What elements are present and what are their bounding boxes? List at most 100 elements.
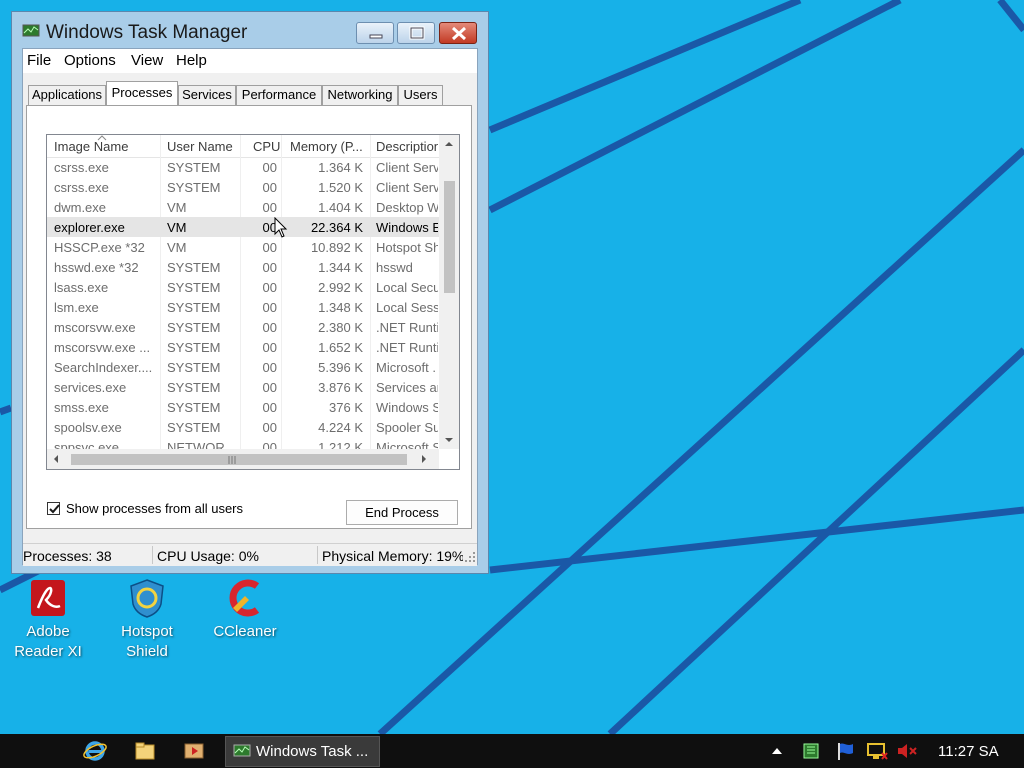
cell-name: services.exe bbox=[54, 380, 127, 395]
menu-view[interactable]: View bbox=[131, 52, 163, 69]
cell-mem: 1.344 K bbox=[318, 260, 363, 275]
menu-file[interactable]: File bbox=[27, 52, 51, 69]
vertical-scrollbar[interactable] bbox=[439, 135, 459, 449]
action-center-flag-icon[interactable] bbox=[834, 739, 858, 763]
table-row[interactable]: spoolsv.exe SYSTEM 00 4.224 K Spooler Su bbox=[47, 417, 439, 437]
scroll-up-icon[interactable] bbox=[444, 141, 454, 147]
taskbar-task-label: Windows Task ... bbox=[256, 743, 369, 760]
cell-desc: Local Sess bbox=[376, 300, 438, 315]
title-bar[interactable]: Windows Task Manager bbox=[12, 12, 488, 48]
table-row[interactable]: mscorsvw.exe SYSTEM 00 2.380 K .NET Runti bbox=[47, 317, 439, 337]
network-icon[interactable] bbox=[865, 739, 889, 763]
horizontal-scrollbar[interactable] bbox=[47, 449, 439, 469]
maximize-button[interactable] bbox=[397, 22, 435, 44]
cell-mem: 1.404 K bbox=[318, 200, 363, 215]
minimize-icon bbox=[369, 34, 383, 39]
cell-user: SYSTEM bbox=[167, 300, 221, 315]
table-row[interactable]: dwm.exe VM 00 1.404 K Desktop W bbox=[47, 197, 439, 217]
process-list-header: Image Name User Name CPU Memory (P... De… bbox=[47, 135, 439, 158]
process-list[interactable]: Image Name User Name CPU Memory (P... De… bbox=[46, 134, 460, 470]
table-row[interactable]: hsswd.exe *32 SYSTEM 00 1.344 K hsswd bbox=[47, 257, 439, 277]
cell-desc: Microsoft . bbox=[376, 360, 436, 375]
scroll-right-icon[interactable] bbox=[421, 454, 427, 464]
table-row[interactable]: csrss.exe SYSTEM 00 1.364 K Client Serv bbox=[47, 157, 439, 177]
volume-muted-icon[interactable] bbox=[895, 739, 919, 763]
tray-app-icon[interactable] bbox=[800, 739, 824, 763]
cell-user: SYSTEM bbox=[167, 280, 221, 295]
cell-desc: Spooler Su bbox=[376, 420, 438, 435]
ccleaner-icon bbox=[225, 578, 265, 618]
cell-name: SearchIndexer.... bbox=[54, 360, 153, 375]
column-header-image-name[interactable]: Image Name bbox=[54, 139, 154, 154]
cell-cpu: 00 bbox=[262, 340, 277, 355]
close-button[interactable] bbox=[439, 22, 477, 44]
menu-help[interactable]: Help bbox=[176, 52, 207, 69]
checkbox-box[interactable] bbox=[47, 502, 60, 515]
cell-mem: 22.364 K bbox=[310, 220, 363, 235]
taskbar-clock[interactable]: 11:27 SA bbox=[938, 743, 999, 760]
cell-desc: Client Serv bbox=[376, 160, 438, 175]
tab-performance[interactable]: Performance bbox=[236, 85, 322, 105]
cell-user: VM bbox=[167, 240, 187, 255]
show-all-users-label: Show processes from all users bbox=[66, 501, 244, 516]
cell-mem: 5.396 K bbox=[318, 360, 363, 375]
table-row[interactable]: SearchIndexer.... SYSTEM 00 5.396 K Microsof… bbox=[47, 357, 439, 377]
scroll-down-icon[interactable] bbox=[444, 437, 454, 443]
status-divider bbox=[152, 546, 153, 564]
media-player-icon[interactable] bbox=[182, 739, 206, 763]
cell-name: lsm.exe bbox=[54, 300, 99, 315]
tab-services[interactable]: Services bbox=[178, 85, 236, 105]
cell-cpu: 00 bbox=[262, 400, 277, 415]
cell-mem: 1.364 K bbox=[318, 160, 363, 175]
cell-mem: 1.520 K bbox=[318, 180, 363, 195]
cell-cpu: 00 bbox=[262, 420, 277, 435]
end-process-button[interactable]: End Process bbox=[346, 500, 458, 525]
cell-user: SYSTEM bbox=[167, 260, 221, 275]
column-header-cpu[interactable]: CPU bbox=[253, 139, 283, 154]
scroll-left-icon[interactable] bbox=[53, 454, 59, 464]
menu-options[interactable]: Options bbox=[64, 52, 116, 69]
column-header-user-name[interactable]: User Name bbox=[167, 139, 237, 154]
table-row[interactable]: lsm.exe SYSTEM 00 1.348 K Local Sess bbox=[47, 297, 439, 317]
table-row[interactable]: explorer.exe VM 00 22.364 K Windows E bbox=[47, 217, 439, 237]
task-manager-icon bbox=[22, 24, 40, 38]
table-row[interactable]: HSSCP.exe *32 VM 00 10.892 K Hotspot Sh bbox=[47, 237, 439, 257]
table-row[interactable]: services.exe SYSTEM 00 3.876 K Services ar bbox=[47, 377, 439, 397]
checkmark-icon bbox=[49, 504, 60, 514]
tab-networking[interactable]: Networking bbox=[322, 85, 398, 105]
cell-cpu: 00 bbox=[262, 160, 277, 175]
column-header-description[interactable]: Description bbox=[376, 139, 438, 154]
cell-name: dwm.exe bbox=[54, 200, 107, 215]
minimize-button[interactable] bbox=[356, 22, 394, 44]
tab-applications[interactable]: Applications bbox=[28, 85, 106, 105]
cell-cpu: 00 bbox=[262, 360, 277, 375]
tab-users[interactable]: Users bbox=[398, 85, 443, 105]
adobe-reader-icon bbox=[28, 578, 68, 618]
taskbar-task-manager-button[interactable]: Windows Task ... bbox=[225, 736, 380, 767]
table-row[interactable]: mscorsvw.exe ... SYSTEM 00 1.652 K .NET Runt… bbox=[47, 337, 439, 357]
cell-user: SYSTEM bbox=[167, 400, 221, 415]
show-hidden-icons-icon[interactable] bbox=[772, 747, 782, 755]
grip-icon bbox=[228, 456, 236, 464]
horizontal-scroll-thumb[interactable] bbox=[71, 454, 407, 465]
table-row[interactable]: lsass.exe SYSTEM 00 2.992 K Local Secu bbox=[47, 277, 439, 297]
cell-name: HSSCP.exe *32 bbox=[54, 240, 145, 255]
tab-processes[interactable]: Processes bbox=[106, 81, 178, 105]
resize-grip-icon[interactable] bbox=[465, 552, 475, 562]
cell-desc: .NET Runti bbox=[376, 320, 438, 335]
desktop-icon-ccleaner[interactable]: CCleaner bbox=[205, 578, 285, 642]
desktop-icon-adobe-reader[interactable]: Adobe Reader XI bbox=[8, 578, 88, 662]
internet-explorer-icon[interactable] bbox=[83, 739, 107, 763]
desktop-icon-hotspot-shield[interactable]: Hotspot Shield bbox=[107, 578, 187, 662]
table-row[interactable]: csrss.exe SYSTEM 00 1.520 K Client Serv bbox=[47, 177, 439, 197]
column-header-memory[interactable]: Memory (P... bbox=[290, 139, 368, 154]
vertical-scroll-thumb[interactable] bbox=[444, 181, 455, 293]
table-row[interactable]: smss.exe SYSTEM 00 376 K Windows S bbox=[47, 397, 439, 417]
file-explorer-icon[interactable] bbox=[133, 739, 157, 763]
cell-cpu: 00 bbox=[262, 280, 277, 295]
cell-name: csrss.exe bbox=[54, 180, 109, 195]
processes-panel: Image Name User Name CPU Memory (P... De… bbox=[26, 105, 472, 529]
menu-bar: File Options View Help bbox=[23, 49, 477, 73]
status-divider bbox=[317, 546, 318, 564]
cell-mem: 1.652 K bbox=[318, 340, 363, 355]
